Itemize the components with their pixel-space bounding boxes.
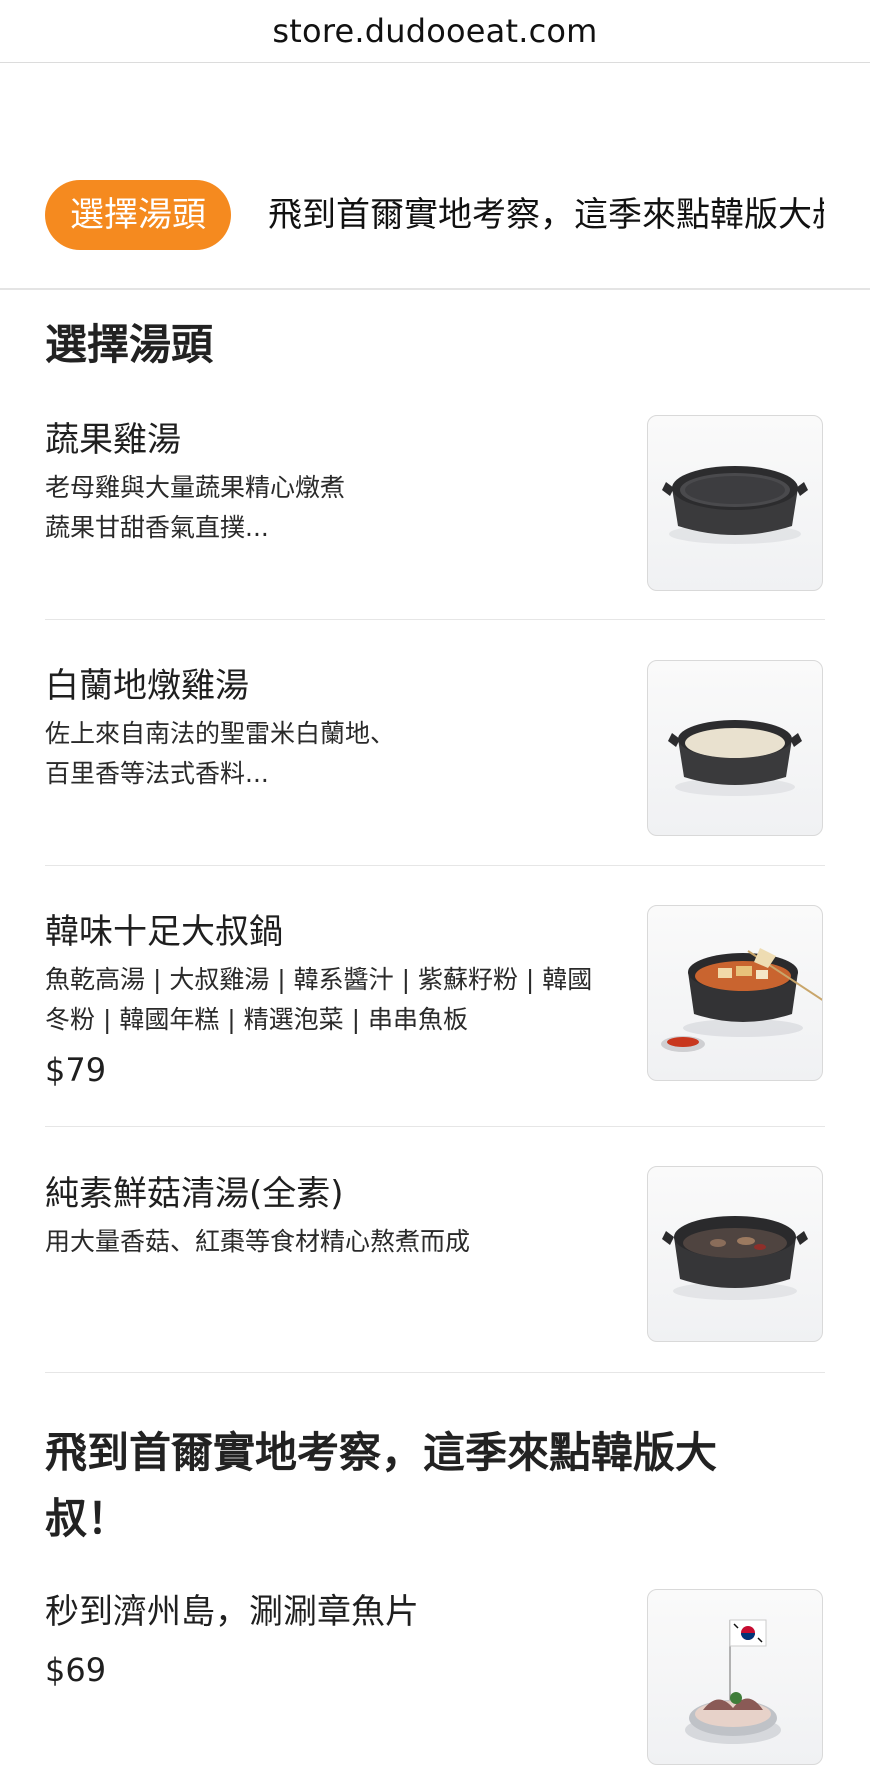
item-description: 老母雞與大量蔬果精心燉煮 蔬果甘甜香氣直撲... [45, 473, 346, 542]
item-description: 用大量香菇、紅棗等食材精心熬煮而成 [45, 1227, 471, 1256]
item-image-vegetable-chicken-soup[interactable] [647, 415, 823, 591]
item-description: 魚乾高湯 | 大叔雞湯 | 韓系醬汁 | 紫蘇籽粉 | 韓國 冬粉 | 韓國年糕… [45, 965, 593, 1034]
section-title-korean-special: 飛到首爾實地考察，這季來點韓版大叔！ [45, 1428, 718, 1543]
item-divider [45, 1126, 825, 1127]
tab-korean-special[interactable]: 飛到首爾實地考察，這季來點韓版大叔！ [268, 180, 824, 250]
item-divider [45, 1372, 825, 1373]
item-description: 佐上來自南法的聖雷米白蘭地、 百里香等法式香料... [45, 719, 396, 788]
item-divider [45, 619, 825, 620]
pot-white-broth-image [668, 720, 802, 796]
pot-korean-stew-image [661, 948, 822, 1052]
item-image-vegan-mushroom-soup[interactable] [647, 1166, 823, 1342]
browser-url-bar[interactable]: store.dudooeat.com [0, 0, 870, 63]
item-divider [45, 865, 825, 866]
item-image-octopus-slices[interactable] [647, 1589, 823, 1765]
pot-mushroom-broth-image [662, 1216, 808, 1300]
pot-clear-broth-image [662, 466, 808, 544]
url-text: store.dudooeat.com [272, 12, 598, 50]
octopus-plate-with-flag-image [685, 1619, 781, 1744]
tab-soup-base[interactable]: 選擇湯頭 [45, 180, 231, 250]
item-image-korean-uncle-pot[interactable] [647, 905, 823, 1081]
item-image-brandy-chicken-soup[interactable] [647, 660, 823, 836]
category-tab-bar: 選擇湯頭 飛到首爾實地考察，這季來點韓版大叔！ [0, 178, 870, 290]
section-title-soup-base: 選擇湯頭 [45, 320, 214, 369]
